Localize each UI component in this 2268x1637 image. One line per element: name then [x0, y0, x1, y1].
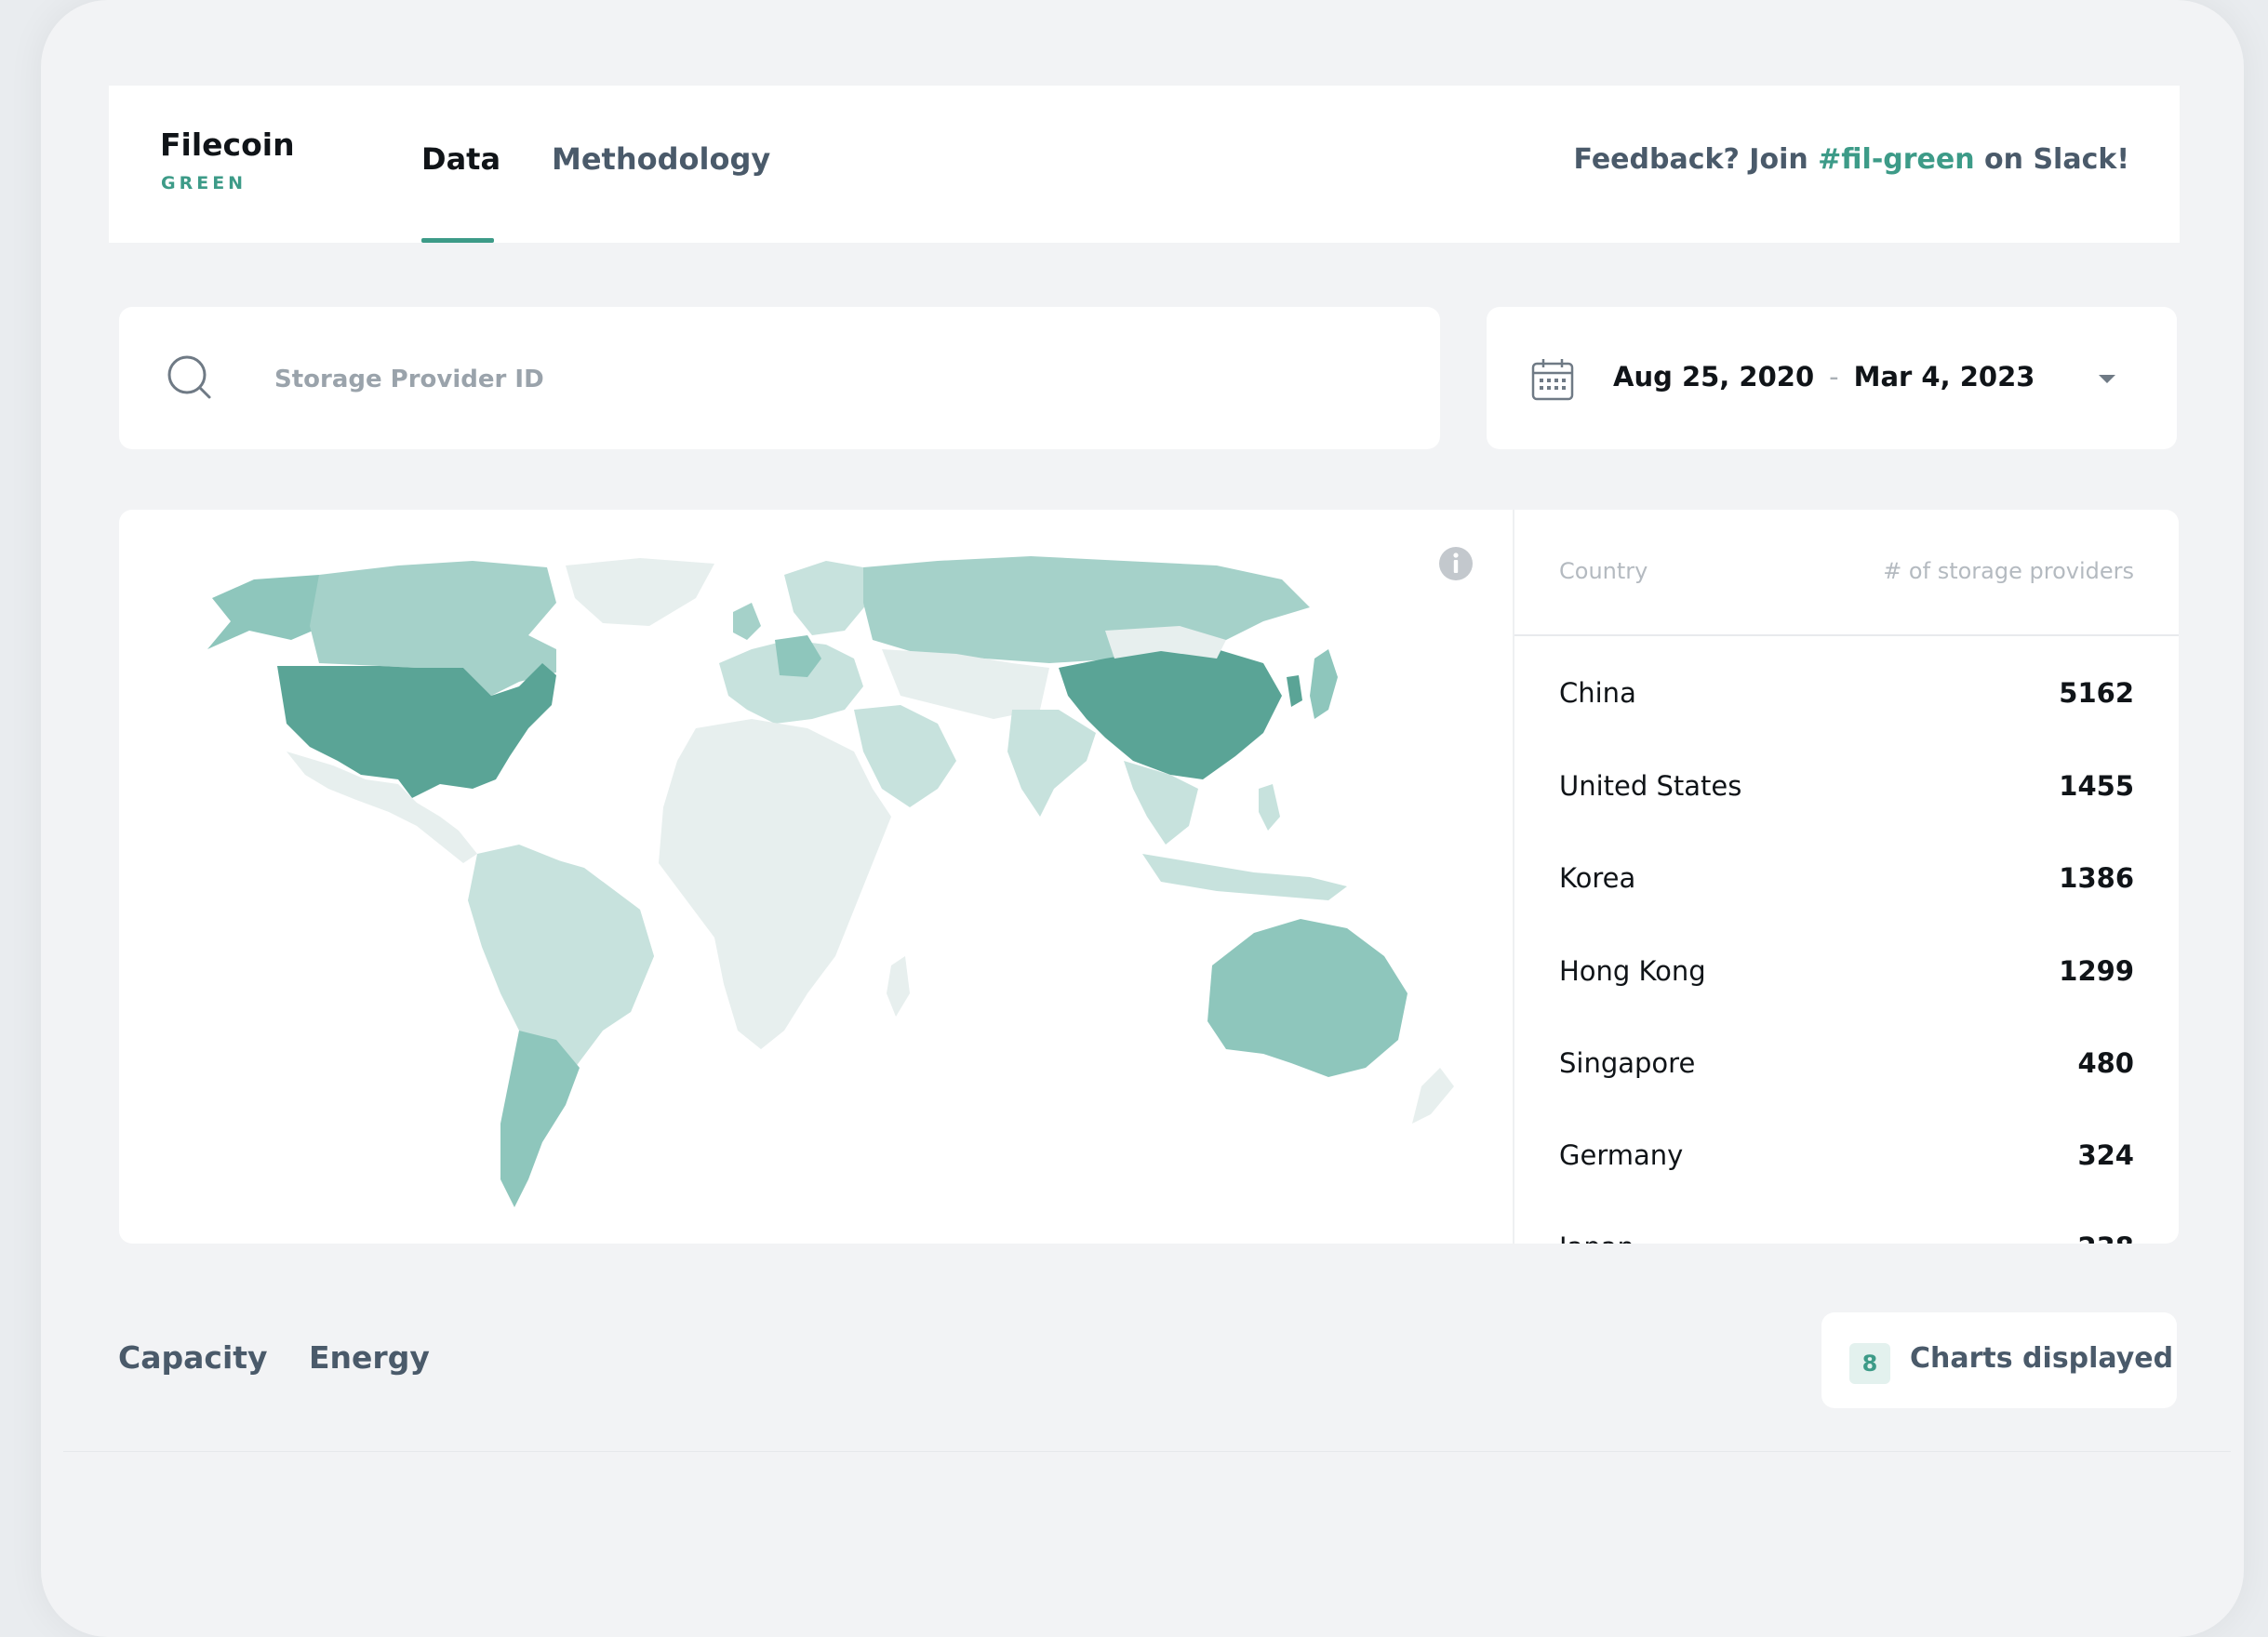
row-country: United States: [1559, 770, 1742, 802]
chevron-down-icon[interactable]: [2099, 375, 2115, 383]
calendar-icon: [1530, 357, 1575, 406]
charts-displayed-label: Charts displayed: [1910, 1342, 2174, 1375]
map-region-korea: [1287, 675, 1302, 707]
slack-channel-link[interactable]: #fil-green: [1818, 143, 1974, 176]
header-divider: [1514, 634, 2179, 636]
date-range-picker[interactable]: Aug 25, 2020- Mar 4, 2023: [1487, 307, 2177, 449]
row-country: Germany: [1559, 1139, 1684, 1171]
table-row[interactable]: Korea 1386: [1514, 849, 2179, 909]
tab-methodology[interactable]: Methodology: [552, 141, 770, 177]
map-region-uk: [733, 603, 761, 640]
column-header-country: Country: [1559, 558, 1648, 584]
map-region-japan: [1310, 649, 1338, 719]
map-region-china: [1059, 649, 1282, 779]
row-count: 238: [2077, 1231, 2134, 1244]
row-count: 1299: [2059, 955, 2134, 987]
map-region-australia: [1207, 919, 1407, 1077]
row-count: 480: [2077, 1047, 2134, 1079]
info-icon[interactable]: [1437, 545, 1474, 586]
table-row[interactable]: Hong Kong 1299: [1514, 942, 2179, 1002]
map-region-madagascar: [887, 956, 910, 1017]
row-country: Singapore: [1559, 1047, 1696, 1079]
charts-displayed-button[interactable]: 8 Charts displayed: [1821, 1312, 2177, 1408]
map-region-india: [1007, 710, 1096, 817]
map-region-scandinavia: [784, 561, 868, 635]
column-header-count: # of storage providers: [1883, 558, 2134, 584]
map-region-argentina: [500, 1031, 580, 1207]
map-region-philippines: [1259, 784, 1280, 831]
search-bar: [119, 307, 1440, 449]
map-region-alaska: [207, 575, 324, 649]
brand-subtitle: GREEN: [161, 173, 247, 193]
date-start: Aug 25, 2020: [1613, 361, 1815, 393]
row-country: Japan: [1559, 1231, 1634, 1244]
row-count: 324: [2077, 1139, 2134, 1171]
country-table: Country # of storage providers China 516…: [1513, 510, 2179, 1244]
row-country: Hong Kong: [1559, 955, 1706, 987]
section-divider: [63, 1451, 2231, 1452]
row-count: 1455: [2059, 770, 2134, 802]
feedback-prefix: Feedback? Join: [1573, 143, 1819, 176]
map-region-greenland: [566, 558, 714, 626]
row-count: 5162: [2059, 677, 2134, 709]
map-region-new-zealand: [1412, 1068, 1454, 1124]
tab-capacity[interactable]: Capacity: [118, 1339, 268, 1376]
charts-count-badge: 8: [1849, 1343, 1890, 1384]
table-row[interactable]: China 5162: [1514, 664, 2179, 724]
brand-name[interactable]: Filecoin: [160, 126, 295, 163]
feedback-suffix: on Slack!: [1974, 143, 2129, 176]
table-row[interactable]: Germany 324: [1514, 1126, 2179, 1186]
tab-energy[interactable]: Energy: [309, 1339, 430, 1376]
world-map-panel: [119, 510, 1513, 1244]
row-count: 1386: [2059, 862, 2134, 894]
map-region-indonesia: [1142, 854, 1347, 900]
world-choropleth-map: [207, 556, 1454, 1207]
map-region-russia: [863, 556, 1310, 663]
tab-data[interactable]: Data: [421, 141, 500, 177]
storage-provider-search-input[interactable]: [273, 353, 1393, 406]
search-icon: [167, 354, 213, 405]
date-separator: -: [1829, 361, 1839, 393]
row-country: Korea: [1559, 862, 1636, 894]
row-country: China: [1559, 677, 1636, 709]
table-row[interactable]: Singapore 480: [1514, 1034, 2179, 1094]
map-region-africa: [659, 719, 891, 1049]
table-row[interactable]: United States 1455: [1514, 757, 2179, 817]
table-row[interactable]: Japan 238: [1514, 1218, 2179, 1244]
top-header: Filecoin GREEN Data Methodology Feedback…: [109, 86, 2180, 243]
feedback-link[interactable]: Feedback? Join #fil-green on Slack!: [1574, 143, 2129, 176]
date-range-value: Aug 25, 2020- Mar 4, 2023: [1613, 361, 2035, 393]
active-tab-indicator: [421, 238, 494, 243]
date-end: Mar 4, 2023: [1853, 361, 2035, 393]
